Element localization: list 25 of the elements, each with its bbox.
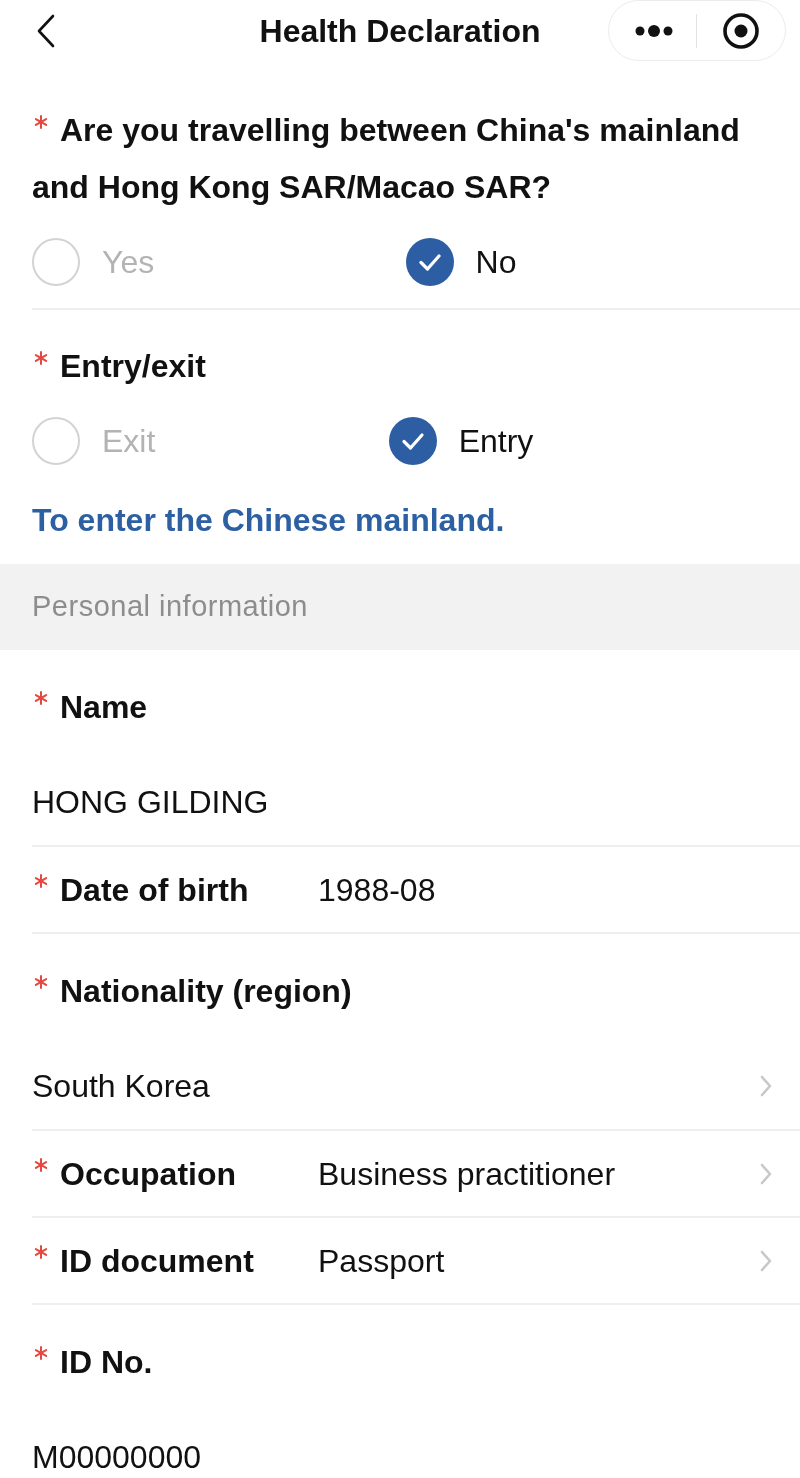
input-field[interactable]: 1988-08 <box>318 869 772 910</box>
circle-dot-icon[interactable] <box>723 12 759 49</box>
question-label: Are you travelling between China's mainland and Hong Kong SAR/Macao SAR? <box>32 111 741 207</box>
chevron-right-icon <box>760 1249 772 1272</box>
chevron-right-icon <box>760 1075 772 1097</box>
back-icon[interactable] <box>36 14 55 48</box>
field-label: ID No. <box>60 1343 153 1382</box>
radio-option[interactable]: Entry <box>388 417 534 465</box>
field-label: Nationality (region) <box>60 972 352 1011</box>
select-field[interactable]: Business practitioner <box>318 1153 772 1194</box>
field-label: ID document <box>60 1241 254 1281</box>
field-label: Occupation <box>60 1154 236 1194</box>
note-text: To enter the Chinese mainland. <box>32 501 506 540</box>
field-label: Date of birth <box>60 870 249 910</box>
input-field[interactable]: M00000000 <box>32 1437 772 1477</box>
section-header: Personal information <box>0 564 800 650</box>
select-field[interactable]: Passport <box>318 1240 772 1281</box>
field-label: Name <box>60 688 148 727</box>
more-icon[interactable] <box>635 24 673 37</box>
radio-option[interactable]: No <box>405 238 517 286</box>
page-title: Health Declaration <box>259 12 541 51</box>
chevron-right-icon <box>760 1162 772 1185</box>
question-label: Entry/exit <box>59 347 207 386</box>
select-field[interactable]: South Korea <box>32 1066 772 1106</box>
input-field[interactable]: HONG GILDING <box>32 782 772 822</box>
